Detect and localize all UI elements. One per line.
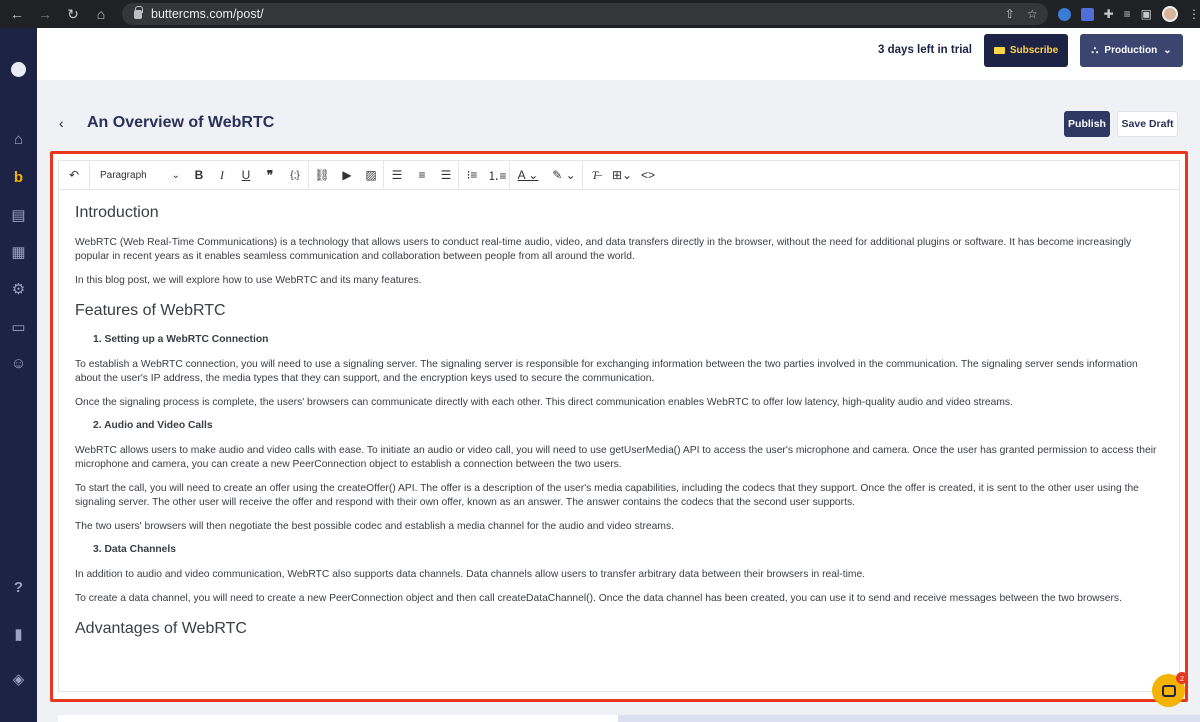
heading-features: Features of WebRTC bbox=[75, 302, 226, 319]
paragraph: To establish a WebRTC connection, you wi… bbox=[75, 359, 1138, 384]
chat-button[interactable]: 2 bbox=[1152, 672, 1188, 707]
undo-icon[interactable]: ↶ bbox=[59, 161, 89, 190]
save-draft-button[interactable]: Save Draft bbox=[1117, 111, 1178, 137]
subheading-connection: 1. Setting up a WebRTC Connection bbox=[93, 334, 269, 345]
page-title: An Overview of WebRTC bbox=[87, 114, 275, 131]
app-header: 3 days left in trial Subscribe ⛬ Product… bbox=[37, 28, 1200, 80]
subheading-audio-video: 2. Audio and Video Calls bbox=[93, 420, 213, 431]
rich-text-editor[interactable]: ↶ Paragraph ⌄ B I U ❞ {;} ⛓ ▶ ▨ ☰ ≡ ☰ ⁝≡… bbox=[58, 160, 1180, 692]
underline-icon[interactable]: U bbox=[234, 161, 258, 190]
browser-nav: ← → ↻ ⌂ bbox=[0, 6, 108, 23]
align-left-icon[interactable]: ☰ bbox=[384, 161, 410, 190]
bullet-list-icon[interactable]: ⁝≡ bbox=[459, 161, 485, 190]
heading-advantages: Advantages of WebRTC bbox=[75, 620, 247, 637]
link-icon[interactable]: ⛓ bbox=[309, 161, 335, 190]
paragraph: The two users' browsers will then negoti… bbox=[75, 521, 674, 532]
help-icon[interactable]: ? bbox=[9, 578, 28, 597]
paragraph: To start the call, you will need to crea… bbox=[75, 483, 1139, 508]
heading-introduction: Introduction bbox=[75, 204, 159, 221]
video-icon[interactable]: ▶ bbox=[335, 161, 359, 190]
card-icon bbox=[993, 47, 1005, 54]
pages-icon[interactable]: ▤ bbox=[9, 205, 28, 224]
highlight-color-icon[interactable]: ✎ ⌄ bbox=[546, 161, 582, 190]
lock-icon bbox=[134, 5, 143, 19]
align-center-icon[interactable]: ≡ bbox=[410, 161, 434, 190]
chat-icon bbox=[1161, 684, 1176, 697]
align-right-icon[interactable]: ☰ bbox=[434, 161, 458, 190]
url-text: buttercms.com/post/ bbox=[151, 7, 264, 21]
back-button[interactable]: ‹ bbox=[59, 115, 64, 131]
source-code-icon[interactable]: <> bbox=[637, 161, 659, 190]
bold-icon[interactable]: B bbox=[188, 161, 210, 190]
chevron-down-icon: ⌄ bbox=[171, 169, 180, 181]
app-sidebar: ⌂ b ▤ ▦ ⚙ ▭ ☺ ? ▮ ◈ bbox=[0, 28, 37, 722]
paragraph: In addition to audio and video communica… bbox=[75, 569, 866, 580]
subheading-data-channels: 3. Data Channels bbox=[93, 544, 176, 555]
chevron-down-icon: ⌄ bbox=[1163, 45, 1172, 56]
quote-icon[interactable]: ❞ bbox=[258, 161, 282, 190]
paragraph: To create a data channel, you will need … bbox=[75, 593, 1122, 604]
paragraph: Once the signaling process is complete, … bbox=[75, 397, 1013, 408]
clear-format-icon[interactable]: T̶ bbox=[583, 161, 607, 190]
chat-badge: 2 bbox=[1176, 672, 1188, 684]
home-icon[interactable]: ⌂ bbox=[94, 6, 108, 22]
back-icon[interactable]: ← bbox=[10, 6, 24, 22]
avatar[interactable] bbox=[1162, 6, 1178, 22]
share-icon[interactable]: ⇧ bbox=[1005, 7, 1015, 21]
subscribe-button[interactable]: Subscribe bbox=[984, 34, 1068, 67]
browser-toolbar: ← → ↻ ⌂ buttercms.com/post/ ⇧ ☆ ✚ ≡ ▣ ⋮ bbox=[0, 0, 1200, 28]
environment-label: Production bbox=[1104, 45, 1158, 56]
block-format-label: Paragraph bbox=[100, 169, 147, 181]
butter-logo-icon[interactable]: b bbox=[9, 168, 28, 187]
table-icon[interactable]: ⊞⌄ bbox=[607, 161, 637, 190]
media-icon[interactable]: ▭ bbox=[9, 317, 28, 336]
users-icon[interactable]: ☺ bbox=[9, 354, 28, 373]
extension-icon[interactable]: ≡ bbox=[1124, 7, 1131, 21]
extension-icon[interactable]: ▣ bbox=[1141, 7, 1152, 21]
menu-icon[interactable]: ⋮ bbox=[1188, 7, 1200, 21]
extensions-area: ✚ ≡ ▣ ⋮ bbox=[1048, 6, 1200, 22]
components-icon[interactable]: ⚙ bbox=[9, 279, 28, 298]
collections-icon[interactable]: ▦ bbox=[9, 242, 28, 261]
extension-icon[interactable] bbox=[1057, 7, 1071, 21]
star-icon[interactable]: ☆ bbox=[1027, 7, 1038, 21]
forward-icon[interactable]: → bbox=[38, 6, 52, 22]
sitemap-icon: ⛬ bbox=[1091, 45, 1099, 56]
italic-icon[interactable]: I bbox=[210, 161, 234, 190]
extension-icon[interactable]: ✚ bbox=[1104, 7, 1114, 21]
dashboard-icon[interactable]: ⌂ bbox=[9, 130, 28, 149]
paragraph: WebRTC allows users to make audio and vi… bbox=[75, 445, 1157, 470]
paragraph: WebRTC (Web Real-Time Communications) is… bbox=[75, 237, 1132, 262]
trial-text: 3 days left in trial bbox=[878, 44, 972, 56]
layers-icon[interactable]: ◈ bbox=[9, 669, 28, 688]
page-footer-panel bbox=[618, 715, 1200, 722]
address-bar[interactable]: buttercms.com/post/ ⇧ ☆ bbox=[122, 3, 1048, 25]
page-footer-panel bbox=[58, 715, 618, 722]
editor-toolbar: ↶ Paragraph ⌄ B I U ❞ {;} ⛓ ▶ ▨ ☰ ≡ ☰ ⁝≡… bbox=[59, 160, 1179, 190]
paragraph: In this blog post, we will explore how t… bbox=[75, 275, 422, 286]
subscribe-label: Subscribe bbox=[1009, 45, 1059, 56]
address-actions: ⇧ ☆ bbox=[1005, 7, 1048, 21]
extension-icon[interactable] bbox=[1080, 7, 1094, 21]
environment-dropdown[interactable]: ⛬ Production ⌄ bbox=[1080, 34, 1183, 67]
reload-icon[interactable]: ↻ bbox=[66, 6, 80, 23]
avatar[interactable] bbox=[11, 62, 26, 77]
docs-icon[interactable]: ▮ bbox=[9, 624, 28, 643]
image-icon[interactable]: ▨ bbox=[359, 161, 383, 190]
publish-button[interactable]: Publish bbox=[1064, 111, 1110, 137]
block-format-select[interactable]: Paragraph ⌄ bbox=[90, 161, 188, 190]
font-color-icon[interactable]: A ⌄ bbox=[510, 161, 546, 190]
numbered-list-icon[interactable]: ⒈≡ bbox=[485, 161, 509, 190]
code-block-icon[interactable]: {;} bbox=[282, 161, 308, 190]
